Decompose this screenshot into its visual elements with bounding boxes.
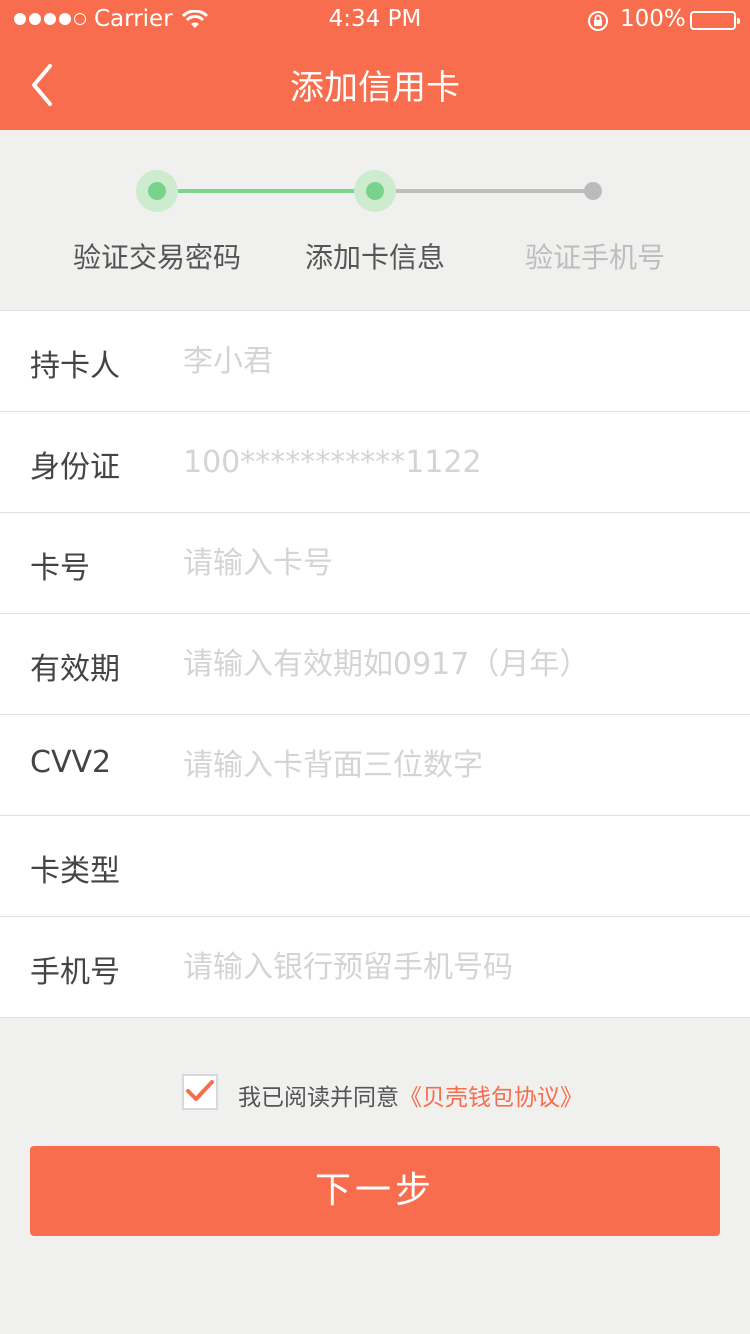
expiry-label: 有效期 xyxy=(30,652,120,687)
card-number-label: 卡号 xyxy=(30,551,90,586)
cvv2-label: CVV2 xyxy=(30,745,112,780)
battery-icon xyxy=(690,11,740,30)
agreement-row: 我已阅读并同意《贝壳钱包协议》 xyxy=(0,1070,750,1118)
agreement-text: 我已阅读并同意《贝壳钱包协议》 xyxy=(238,1078,583,1112)
card-type-input[interactable] xyxy=(183,838,723,894)
cvv2-input[interactable] xyxy=(183,737,723,793)
next-step-button[interactable]: 下一步 xyxy=(30,1146,720,1236)
phone-input[interactable] xyxy=(183,939,723,995)
form-row-phone: 手机号 xyxy=(0,917,750,1018)
app-header: Carrier 4:34 PM 100% 添加信用卡 xyxy=(0,0,750,130)
page-title: 添加信用卡 xyxy=(290,68,460,108)
phone-label: 手机号 xyxy=(30,955,120,990)
step-connector-done xyxy=(157,189,375,193)
step-3-dot xyxy=(584,182,602,200)
form-row-cvv2: CVV2 xyxy=(0,715,750,816)
agreement-prefix: 我已阅读并同意 xyxy=(238,1085,399,1111)
form-row-id: 身份证 xyxy=(0,412,750,513)
form-row-card-type[interactable]: 卡类型 xyxy=(0,816,750,917)
expiry-input[interactable] xyxy=(183,636,723,692)
card-form: 持卡人 身份证 卡号 有效期 CVV2 卡类型 手机号 xyxy=(0,310,750,1018)
agreement-checkbox[interactable] xyxy=(182,1074,218,1110)
checkmark-icon xyxy=(186,1080,214,1101)
form-row-expiry: 有效期 xyxy=(0,614,750,715)
card-number-input[interactable] xyxy=(183,535,723,591)
status-bar: Carrier 4:34 PM 100% xyxy=(0,0,750,40)
step-3-label: 验证手机号 xyxy=(524,241,665,274)
step-1-label: 验证交易密码 xyxy=(72,241,241,274)
form-row-card-number: 卡号 xyxy=(0,513,750,614)
progress-steps: 验证交易密码 添加卡信息 验证手机号 xyxy=(0,130,750,310)
step-2-label: 添加卡信息 xyxy=(304,241,445,274)
step-1-dot xyxy=(148,182,166,200)
form-row-cardholder: 持卡人 xyxy=(0,311,750,412)
cardholder-label: 持卡人 xyxy=(30,349,120,384)
card-type-label: 卡类型 xyxy=(30,854,120,889)
step-2-dot xyxy=(366,182,384,200)
cardholder-input[interactable] xyxy=(183,333,723,389)
id-label: 身份证 xyxy=(30,450,120,485)
battery-percent: 100% xyxy=(620,6,686,32)
id-number-input[interactable] xyxy=(183,434,723,490)
step-connector-pending xyxy=(375,189,593,193)
rotation-lock-icon xyxy=(586,9,610,37)
agreement-link[interactable]: 《贝壳钱包协议》 xyxy=(399,1085,583,1111)
